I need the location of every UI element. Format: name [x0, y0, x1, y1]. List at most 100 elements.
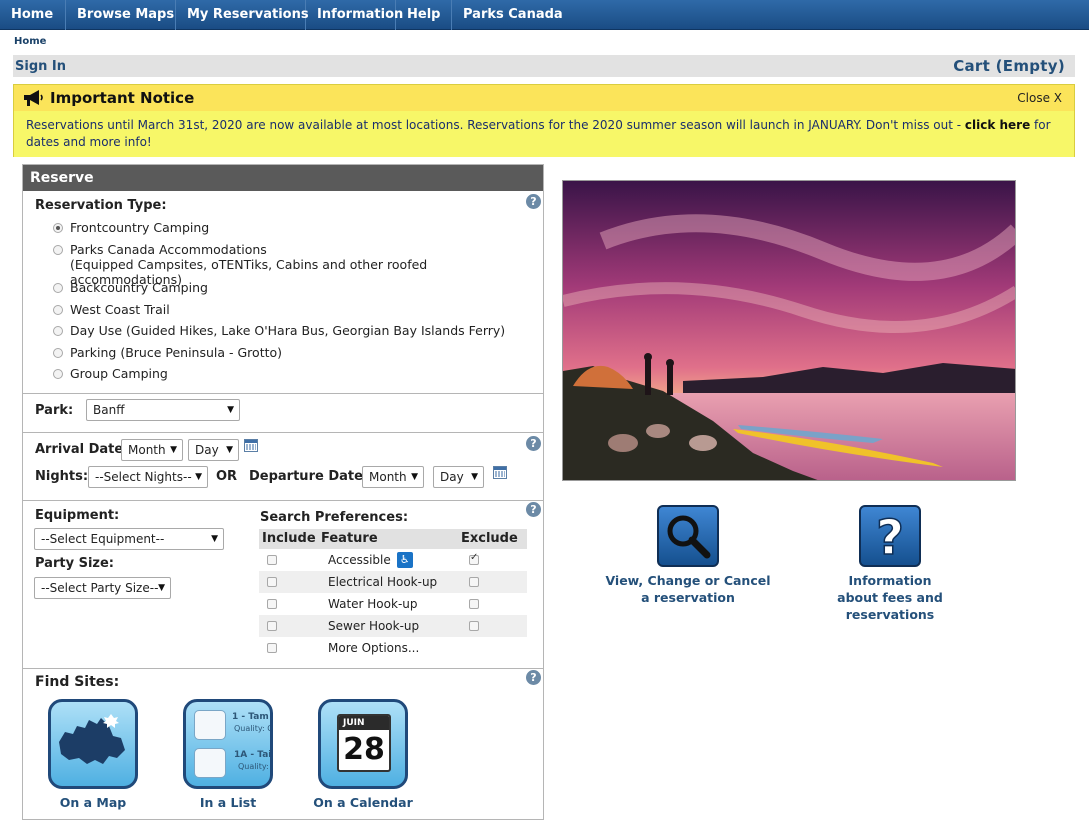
- exclude-checkbox[interactable]: [469, 552, 479, 565]
- include-checkbox[interactable]: [267, 599, 277, 609]
- more-options-link[interactable]: More Options...: [328, 641, 468, 655]
- exclude-checkbox[interactable]: [469, 577, 479, 587]
- radio-day-use[interactable]: Day Use (Guided Hikes, Lake O'Hara Bus, …: [53, 323, 505, 338]
- help-icon[interactable]: ?: [526, 502, 541, 517]
- nav-information[interactable]: Information: [306, 0, 403, 30]
- cart-link[interactable]: Cart (Empty): [953, 57, 1065, 75]
- sign-in-link[interactable]: Sign In: [15, 59, 66, 74]
- radio-frontcountry[interactable]: Frontcountry Camping: [53, 220, 209, 235]
- information-fees-button[interactable]: ?: [859, 505, 921, 567]
- exclude-checkbox[interactable]: [469, 621, 479, 631]
- find-sites-label: Find Sites:: [35, 674, 120, 690]
- park-section: Park: Banff ▼: [23, 394, 543, 433]
- sunset-lake-image: [563, 181, 1015, 480]
- chevron-down-icon: ▼: [195, 472, 202, 482]
- radio-west-coast-trail[interactable]: West Coast Trail: [53, 302, 170, 317]
- table-header: Include Feature Exclude: [259, 529, 527, 549]
- nav-home[interactable]: Home: [0, 0, 66, 30]
- equipment-select[interactable]: --Select Equipment-- ▼: [34, 528, 224, 550]
- column-header-exclude: Exclude: [461, 531, 518, 546]
- breadcrumb[interactable]: Home: [14, 36, 46, 47]
- include-checkbox[interactable]: [267, 577, 277, 587]
- nav-browse-maps[interactable]: Browse Maps: [66, 0, 176, 30]
- park-select[interactable]: Banff ▼: [86, 399, 240, 421]
- feature-cell: Sewer Hook-up: [328, 619, 420, 633]
- calendar-icon[interactable]: [244, 439, 258, 452]
- information-fees-link[interactable]: Information about fees and reservations: [820, 572, 960, 623]
- top-navigation: Home Browse Maps My Reservations Informa…: [0, 0, 1089, 30]
- party-size-select[interactable]: --Select Party Size-- ▼: [34, 577, 171, 599]
- reservation-type-label: Reservation Type:: [35, 198, 167, 213]
- view-change-cancel-link[interactable]: View, Change or Cancel a reservation: [598, 572, 778, 606]
- find-on-calendar-label[interactable]: On a Calendar: [308, 795, 418, 810]
- notice-close-button[interactable]: Close X: [1017, 91, 1062, 105]
- calendar-day-text: 28: [343, 732, 385, 767]
- list-card-text: 1 - Tam: [232, 712, 269, 722]
- help-icon[interactable]: ?: [526, 194, 541, 209]
- canada-map-icon: [59, 714, 125, 764]
- departure-month-select[interactable]: Month ▼: [362, 466, 424, 488]
- radio-button[interactable]: [53, 223, 63, 233]
- feature-cell: Water Hook-up: [328, 597, 418, 611]
- help-icon[interactable]: ?: [526, 670, 541, 685]
- nights-select[interactable]: --Select Nights-- ▼: [88, 466, 208, 488]
- include-checkbox[interactable]: [267, 643, 277, 653]
- radio-button[interactable]: [53, 245, 63, 255]
- arrival-month-select[interactable]: Month ▼: [121, 439, 183, 461]
- calendar-page-icon: JUIN 28: [337, 714, 391, 772]
- radio-button[interactable]: [53, 348, 63, 358]
- include-checkbox[interactable]: [267, 555, 277, 565]
- search-preferences-table: Include Feature Exclude Accessible♿ Elec…: [259, 529, 527, 659]
- list-card-text: Quality: G: [234, 724, 273, 733]
- nav-help[interactable]: Help: [396, 0, 452, 30]
- landscape-photo: [562, 180, 1016, 481]
- table-row: Accessible ♿: [259, 549, 527, 571]
- list-card-text: 1A - Tai: [234, 750, 272, 760]
- exclude-checkbox[interactable]: [469, 599, 479, 609]
- equipment-label: Equipment:: [35, 508, 120, 523]
- arrival-day-select[interactable]: Day ▼: [188, 439, 239, 461]
- chevron-down-icon: ▼: [227, 405, 234, 415]
- radio-button[interactable]: [53, 369, 63, 379]
- chevron-down-icon: ▼: [211, 534, 218, 544]
- table-row: More Options...: [259, 637, 527, 659]
- notice-header: Important Notice Close X: [14, 85, 1074, 111]
- find-in-list-label[interactable]: In a List: [173, 795, 283, 810]
- feature-cell: Accessible ♿: [328, 552, 468, 568]
- list-card-text: Quality:: [238, 762, 269, 771]
- find-in-list-button[interactable]: 1 - Tam Quality: G 1A - Tai Quality:: [183, 699, 273, 789]
- radio-label: Backcountry Camping: [70, 280, 208, 295]
- nights-label: Nights:: [35, 469, 89, 484]
- list-card-icon: [194, 710, 226, 740]
- svg-text:?: ?: [876, 510, 904, 565]
- departure-day-select[interactable]: Day ▼: [433, 466, 484, 488]
- find-on-map-button[interactable]: [48, 699, 138, 789]
- find-on-calendar-button[interactable]: JUIN 28: [318, 699, 408, 789]
- help-icon[interactable]: ?: [526, 436, 541, 451]
- radio-label: West Coast Trail: [70, 302, 170, 317]
- table-row: Water Hook-up: [259, 593, 527, 615]
- calendar-icon[interactable]: [493, 466, 507, 479]
- find-on-map-label[interactable]: On a Map: [38, 795, 148, 810]
- nav-parks-canada[interactable]: Parks Canada: [452, 0, 574, 30]
- view-change-cancel-button[interactable]: [657, 505, 719, 567]
- chevron-down-icon: ▼: [471, 472, 478, 482]
- nav-my-reservations[interactable]: My Reservations: [176, 0, 309, 30]
- include-checkbox[interactable]: [267, 621, 277, 631]
- equipment-section: ? Equipment: --Select Equipment-- ▼ Party…: [23, 501, 543, 669]
- radio-backcountry[interactable]: Backcountry Camping: [53, 280, 208, 295]
- radio-group-camping[interactable]: Group Camping: [53, 366, 168, 381]
- search-preferences-label: Search Preferences:: [260, 510, 409, 525]
- radio-label: Group Camping: [70, 366, 168, 381]
- radio-button[interactable]: [53, 326, 63, 336]
- radio-button[interactable]: [53, 283, 63, 293]
- notice-click-here-link[interactable]: click here: [965, 118, 1030, 132]
- important-notice: Important Notice Close X Reservations un…: [13, 84, 1075, 157]
- radio-label: Frontcountry Camping: [70, 220, 210, 235]
- radio-button[interactable]: [53, 305, 63, 315]
- dates-section: ? Arrival Date: Month ▼ Day ▼ Nights: --Se…: [23, 433, 543, 501]
- radio-parking[interactable]: Parking (Bruce Peninsula - Grotto): [53, 345, 282, 360]
- feature-cell: Electrical Hook-up: [328, 575, 438, 589]
- list-card-icon: [194, 748, 226, 778]
- departure-date-label: Departure Date:: [249, 469, 369, 484]
